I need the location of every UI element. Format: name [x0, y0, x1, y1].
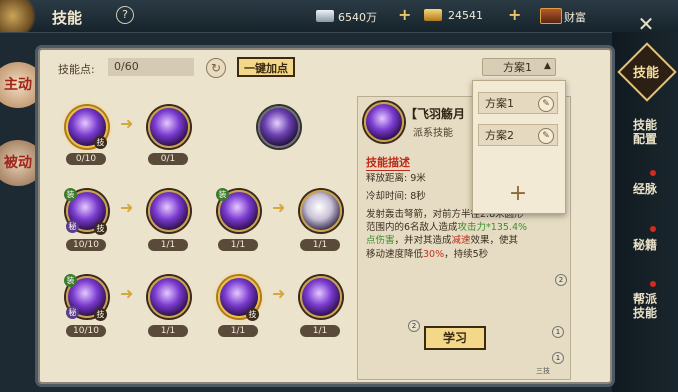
desc-highlight: 点伤害 [366, 235, 395, 246]
add-plan-button[interactable]: + [508, 183, 528, 205]
skill-badge: 秘 [66, 306, 79, 319]
reset-icon[interactable]: ↻ [206, 58, 226, 78]
desc-text: ，持续5秒 [444, 249, 489, 260]
skill-level: 1/1 [148, 325, 188, 337]
plan-label: 方案1 [485, 97, 514, 110]
edit-icon[interactable]: ✎ [538, 96, 554, 112]
page-marker: 1 [552, 352, 564, 364]
caret-up-icon[interactable]: ▲ [544, 61, 551, 71]
skill-icon[interactable] [148, 106, 190, 148]
skill-badge: 技 [94, 136, 107, 149]
skill-level: 0/10 [66, 153, 106, 165]
help-icon[interactable]: ? [116, 6, 134, 24]
skill-points-value: 0/60 [108, 58, 194, 76]
selected-skill-icon [364, 102, 404, 142]
skill-level: 1/1 [300, 239, 340, 251]
silver-icon [316, 10, 334, 22]
learn-button[interactable]: 学习 [424, 326, 486, 350]
close-icon[interactable]: ✕ [634, 12, 658, 36]
nav-skill-config[interactable]: 技能 配置 [614, 118, 676, 146]
page-marker: 1 [552, 326, 564, 338]
game-logo-icon [0, 0, 42, 32]
desc-highlight: 减速 [451, 235, 471, 246]
skill-level: 0/1 [148, 153, 188, 165]
page-marker: 2 [555, 274, 567, 286]
arrow-right-icon: ➜ [120, 198, 134, 217]
skill-level: 10/10 [66, 239, 106, 251]
nav-meridians[interactable]: 经脉 [614, 182, 676, 196]
nav-guild-skills[interactable]: 帮派 技能 [614, 292, 676, 320]
skill-icon[interactable] [300, 190, 342, 232]
skill-points-label: 技能点: [58, 63, 95, 76]
skill-name: 【飞羽觞月 [405, 107, 466, 121]
skill-level: 1/1 [148, 239, 188, 251]
skill-badge: 技 [246, 308, 259, 321]
skill-level: 10/10 [66, 325, 106, 337]
skill-level: 1/1 [300, 325, 340, 337]
arrow-right-icon: ➜ [272, 284, 286, 303]
nav-skill[interactable]: 技能 [626, 62, 666, 81]
skill-badge: 装 [64, 274, 77, 287]
notification-dot [650, 281, 656, 287]
desc-highlight: 攻击力*135.4% [457, 222, 528, 233]
skill-cooldown: 冷却时间: 8秒 [366, 191, 426, 202]
gold-amount: 24541 [448, 9, 483, 22]
desc-text: ，并对其造成 [394, 235, 452, 246]
add-silver-button[interactable]: + [398, 5, 411, 24]
desc-text: 效果，使其 [470, 235, 519, 246]
skill-badge: 装 [216, 188, 229, 201]
skill-desc-line: 范围内的6名敌人造成攻击力*135.4% [366, 221, 527, 234]
skill-desc-line: 移动速度降低30%，持续5秒 [366, 248, 488, 261]
page-title: 技能 [52, 9, 83, 27]
arrow-right-icon: ➜ [272, 198, 286, 217]
skill-description-title: 技能描述 [366, 156, 410, 171]
desc-text: 移动速度降低 [366, 249, 424, 260]
arrow-right-icon: ➜ [120, 284, 134, 303]
skill-badge: 技 [94, 308, 107, 321]
skill-type: 派系技能 [413, 128, 453, 139]
gold-icon [424, 9, 442, 21]
desc-text: 范围内的6名敌人造成 [366, 222, 458, 233]
skill-icon[interactable] [258, 106, 300, 148]
arrow-right-icon: ➜ [120, 114, 134, 133]
wealth-label[interactable]: 财富 [564, 9, 586, 25]
skill-level: 1/1 [218, 325, 258, 337]
notification-dot [650, 226, 656, 232]
skill-icon[interactable] [300, 276, 342, 318]
notification-dot [650, 170, 656, 176]
skill-icon[interactable] [148, 276, 190, 318]
skill-range: 释放距离: 9米 [366, 173, 426, 184]
skill-badge: 秘 [66, 220, 79, 233]
skill-desc-line: 点伤害，并对其造成减速效果，使其 [366, 234, 518, 247]
desc-highlight: 30% [423, 249, 445, 260]
skill-badge: 装 [64, 188, 77, 201]
edit-icon[interactable]: ✎ [538, 128, 554, 144]
page-indicator: 三技 [536, 367, 550, 375]
skill-level: 1/1 [218, 239, 258, 251]
silver-amount: 6540万 [338, 11, 377, 24]
nav-secret-books[interactable]: 秘籍 [614, 238, 676, 252]
add-gold-button[interactable]: + [508, 5, 521, 24]
plan-label: 方案2 [485, 129, 514, 142]
one-key-add-points-button[interactable]: 一键加点 [237, 57, 295, 77]
page-marker: 2 [408, 320, 420, 332]
treasure-chest-icon [540, 8, 562, 24]
skill-icon[interactable] [148, 190, 190, 232]
skill-badge: 技 [94, 222, 107, 235]
